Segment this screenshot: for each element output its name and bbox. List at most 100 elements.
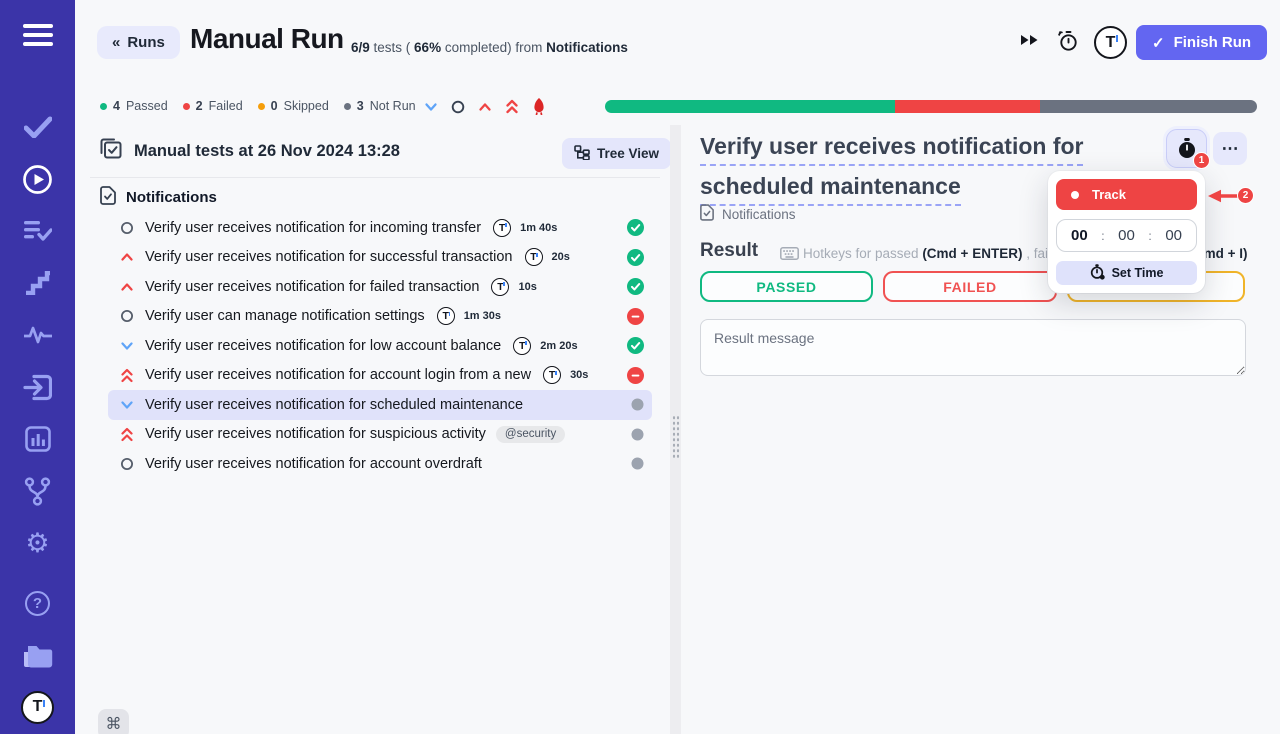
test-duration: 20s <box>552 251 570 263</box>
test-row[interactable]: Verify user receives notification for ac… <box>108 449 652 479</box>
ellipsis-icon: ⋯ <box>1222 139 1239 159</box>
breadcrumb[interactable]: Notifications <box>700 204 796 224</box>
splitter-grip-icon[interactable] <box>672 415 680 459</box>
user-avatar[interactable]: T <box>1094 26 1127 59</box>
test-duration: 1m 40s <box>520 222 557 234</box>
skipped-dot-icon <box>258 103 265 110</box>
status-passed-icon <box>627 219 644 236</box>
priority-normal-icon <box>120 221 134 235</box>
record-dot-icon <box>1071 191 1079 199</box>
stopwatch-gear-icon <box>1090 264 1105 283</box>
priority-critical-filter-icon[interactable] <box>505 99 519 114</box>
passed-count: 4Passed <box>100 99 168 113</box>
suite-folder[interactable]: Notifications <box>100 186 217 209</box>
back-to-runs-label: Runs <box>127 34 165 51</box>
test-row[interactable]: Verify user receives notification for lo… <box>108 331 652 361</box>
run-header: Manual tests at 26 Nov 2024 13:28 <box>100 138 400 164</box>
back-to-runs-button[interactable]: « Runs <box>97 26 180 59</box>
hotkeys-shortcut-button[interactable]: ⌘ <box>98 709 129 734</box>
test-duration: 1m 30s <box>464 310 501 322</box>
branch-icon[interactable] <box>21 476 55 506</box>
status-notrun-icon <box>631 398 644 411</box>
priority-low-icon <box>120 400 134 410</box>
notrun-dot-icon <box>344 103 351 110</box>
finish-run-button[interactable]: ✓ Finish Run <box>1136 25 1267 60</box>
command-icon: ⌘ <box>106 714 122 734</box>
menu-icon[interactable] <box>21 20 55 50</box>
test-title: Verify user receives notification for ac… <box>145 367 531 383</box>
priority-low-filter-icon[interactable] <box>424 102 438 112</box>
test-title: Verify user receives notification for lo… <box>145 338 501 354</box>
status-notrun-icon <box>631 457 644 470</box>
annotation-badge-1: 1 <box>1193 152 1210 169</box>
test-row[interactable]: Verify user can manage notification sett… <box>108 302 652 332</box>
passed-dot-icon <box>100 103 107 110</box>
tree-view-button[interactable]: Tree View <box>562 138 671 169</box>
test-row[interactable]: Verify user receives notification for sc… <box>108 390 652 420</box>
login-icon[interactable] <box>21 372 55 402</box>
test-title: Verify user receives notification for fa… <box>145 279 479 295</box>
hours-value[interactable]: 00 <box>1071 227 1088 244</box>
folder-icon[interactable] <box>21 640 55 670</box>
priority-low-icon <box>120 341 134 351</box>
source-badge-icon: T <box>437 307 455 325</box>
status-failed-icon <box>627 367 644 384</box>
back-chevrons-icon: « <box>112 34 120 51</box>
status-passed-icon <box>627 337 644 354</box>
file-check-icon <box>700 204 714 224</box>
gear-icon[interactable]: ⚙ <box>21 528 55 558</box>
fast-forward-icon[interactable] <box>1020 33 1039 51</box>
result-heading: Result <box>700 240 758 262</box>
status-failed-icon <box>627 308 644 325</box>
bar-chart-icon[interactable] <box>21 424 55 454</box>
progress-failed-segment <box>895 100 1040 113</box>
tree-icon <box>574 145 590 163</box>
minutes-value[interactable]: 00 <box>1118 227 1135 244</box>
more-actions-button[interactable]: ⋯ <box>1213 132 1247 165</box>
progress-notrun-segment <box>1040 100 1257 113</box>
source-badge-icon: T <box>513 337 531 355</box>
priority-high-filter-icon[interactable] <box>478 102 492 112</box>
result-message-input[interactable] <box>700 319 1246 376</box>
failed-button[interactable]: FAILED <box>883 271 1057 302</box>
priority-normal-filter-icon[interactable] <box>451 100 465 114</box>
priority-filter-bar <box>424 98 546 115</box>
check-icon: ✓ <box>1152 34 1165 52</box>
track-button[interactable]: Track <box>1056 179 1197 210</box>
list-check-icon[interactable] <box>21 216 55 246</box>
priority-normal-icon <box>120 457 134 471</box>
priority-normal-icon <box>120 309 134 323</box>
test-title: Verify user receives notification for su… <box>145 249 513 265</box>
timer-history-icon[interactable] <box>1057 30 1079 57</box>
test-title: Verify user receives notification for in… <box>145 220 481 236</box>
status-summary: 4Passed 2Failed 0Skipped 3Not Run <box>100 99 416 113</box>
help-icon[interactable]: ? <box>21 588 55 618</box>
test-row[interactable]: Verify user receives notification for in… <box>108 213 652 243</box>
panel-splitter[interactable] <box>670 125 681 734</box>
check-icon[interactable] <box>21 112 55 142</box>
time-input[interactable]: 00 : 00 : 00 <box>1056 219 1197 252</box>
test-duration: 2m 20s <box>540 340 577 352</box>
skipped-count: 0Skipped <box>258 99 329 113</box>
panel-divider <box>90 177 660 178</box>
test-title: Verify user receives notification for ac… <box>145 456 482 472</box>
steps-icon[interactable] <box>21 268 55 298</box>
test-row[interactable]: Verify user receives notification for su… <box>108 243 652 273</box>
priority-critical-icon <box>120 427 134 442</box>
set-time-button[interactable]: Set Time <box>1056 261 1197 285</box>
test-title: Verify user receives notification for su… <box>145 426 486 442</box>
passed-button[interactable]: PASSED <box>700 271 873 302</box>
play-run-icon[interactable] <box>21 164 55 194</box>
pulse-icon[interactable] <box>21 320 55 350</box>
source-badge-icon: T <box>491 278 509 296</box>
test-row[interactable]: Verify user receives notification for ac… <box>108 361 652 391</box>
source-badge-icon: T <box>525 248 543 266</box>
test-row[interactable]: Verify user receives notification for fa… <box>108 272 652 302</box>
seconds-value[interactable]: 00 <box>1165 227 1182 244</box>
file-check-icon <box>100 186 116 209</box>
app-logo-icon[interactable]: T <box>21 692 55 722</box>
rocket-icon[interactable] <box>532 98 546 115</box>
time-tracking-popup: Track 00 : 00 : 00 Set Time <box>1048 171 1205 293</box>
test-list: Verify user receives notification for in… <box>90 213 660 479</box>
test-row[interactable]: Verify user receives notification for su… <box>108 420 652 450</box>
